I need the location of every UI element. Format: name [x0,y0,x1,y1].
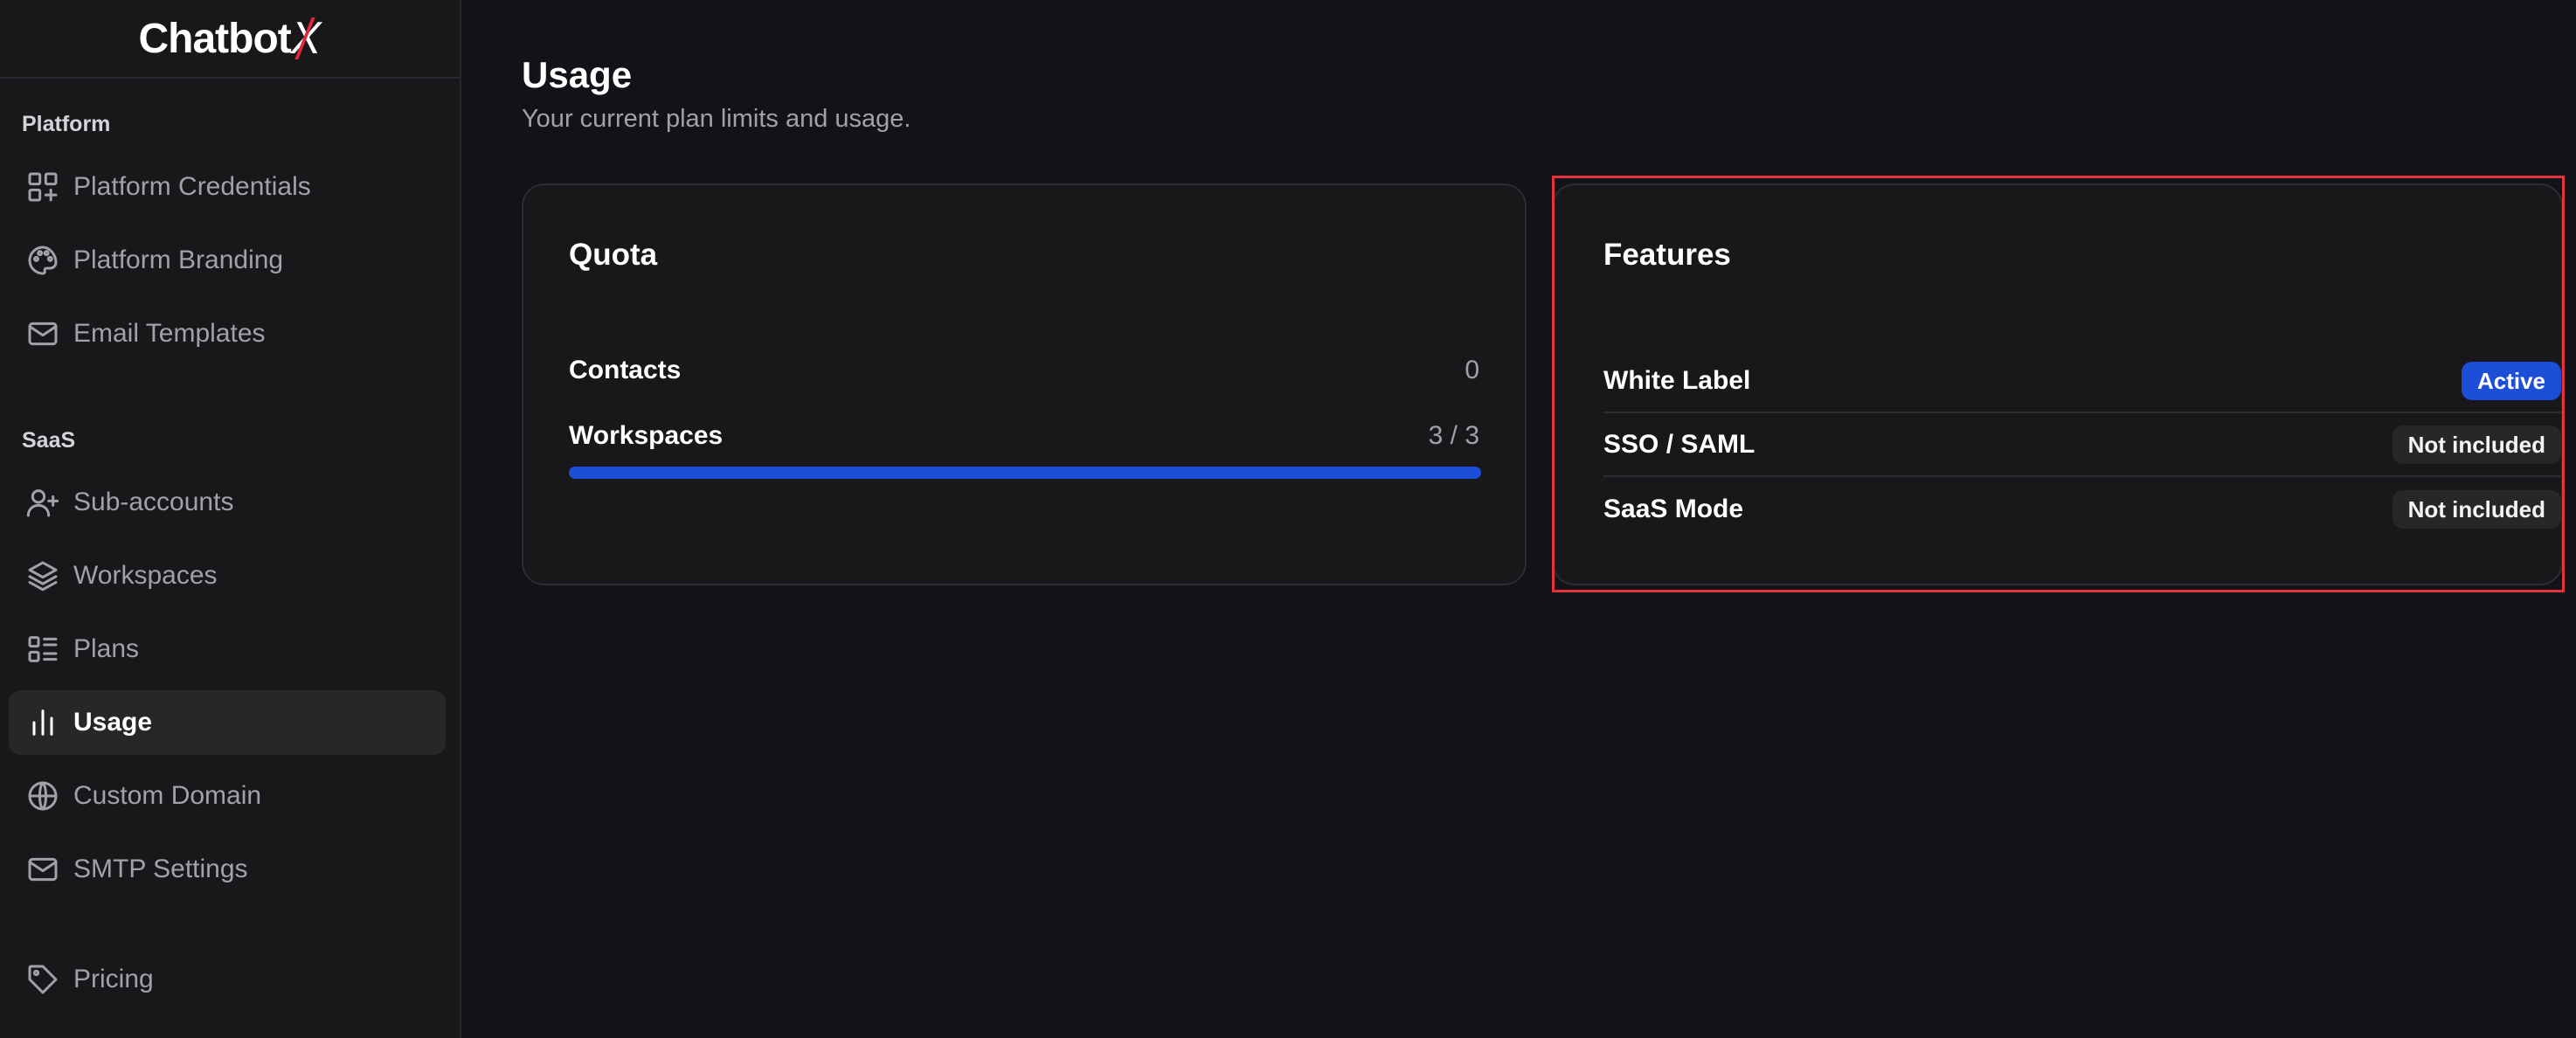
sidebar-item-label: Platform Branding [73,246,284,274]
section-label-platform: Platform [22,112,111,136]
quota-contacts-label: Contacts [569,356,682,384]
tag-icon [24,961,61,998]
sidebar: Chatbot X Platform Platform Credentials P… [0,0,461,1038]
page-subtitle: Your current plan limits and usage. [522,105,911,133]
list-icon [24,631,61,668]
feature-name: SaaS Mode [1603,494,1744,523]
sidebar-item-label: SMTP Settings [73,855,248,883]
quota-contacts-value: 0 [1465,356,1479,384]
page-title: Usage [522,54,633,95]
status-badge: Not included [2392,425,2561,464]
feature-row-saas-mode: SaaS Mode Not included [1603,477,2561,541]
user-plus-icon [24,484,61,521]
logo[interactable]: Chatbot X [0,0,460,79]
sidebar-item-workspaces[interactable]: Workspaces [9,543,446,608]
sidebar-item-pricing[interactable]: Pricing [9,947,446,1012]
sidebar-item-label: Workspaces [73,561,218,590]
palette-icon [24,242,61,279]
workspaces-progress-fill [569,467,1481,479]
status-badge: Not included [2392,489,2561,529]
section-label-saas: SaaS [22,428,76,453]
quota-workspaces-label: Workspaces [569,421,724,450]
sidebar-item-usage[interactable]: Usage [9,690,446,755]
sidebar-item-label: Email Templates [73,319,266,348]
sidebar-item-label: Custom Domain [73,781,262,810]
sidebar-item-custom-domain[interactable]: Custom Domain [9,764,446,828]
features-card-title: Features [1603,238,1731,272]
sidebar-item-smtp-settings[interactable]: SMTP Settings [9,837,446,902]
logo-accent: X [290,13,322,64]
feature-row-white-label: White Label Active [1603,349,2561,413]
sidebar-item-platform-credentials[interactable]: Platform Credentials [9,155,446,219]
layers-icon [24,557,61,594]
bar-chart-icon [24,704,61,741]
quota-workspaces-value: 3 / 3 [1428,421,1479,450]
feature-row-sso-saml: SSO / SAML Not included [1603,413,2561,477]
sidebar-item-sub-accounts[interactable]: Sub-accounts [9,470,446,535]
grid-plus-icon [24,169,61,205]
sidebar-item-label: Platform Credentials [73,172,311,201]
logo-text: Chatbot [138,15,292,62]
mail-icon [24,315,61,352]
status-badge: Active [2461,361,2561,400]
sidebar-item-label: Pricing [73,965,154,993]
quota-card-title: Quota [569,238,658,272]
sidebar-item-plans[interactable]: Plans [9,617,446,682]
workspaces-progress-bar [569,467,1481,479]
sidebar-item-label: Usage [73,708,153,737]
features-card: Features White Label Active SSO / SAML N… [1552,183,2563,585]
sidebar-item-label: Sub-accounts [73,488,234,516]
sidebar-item-platform-branding[interactable]: Platform Branding [9,228,446,293]
quota-card: Quota Contacts 0 Workspaces 3 / 3 [522,183,1527,585]
feature-name: White Label [1603,365,1751,395]
mail-icon [24,851,61,888]
sidebar-item-label: Plans [73,634,140,663]
app-window: Chatbot X Platform Platform Credentials P… [0,0,2576,1038]
globe-icon [24,778,61,814]
feature-name: SSO / SAML [1603,429,1755,459]
sidebar-item-email-templates[interactable]: Email Templates [9,301,446,366]
